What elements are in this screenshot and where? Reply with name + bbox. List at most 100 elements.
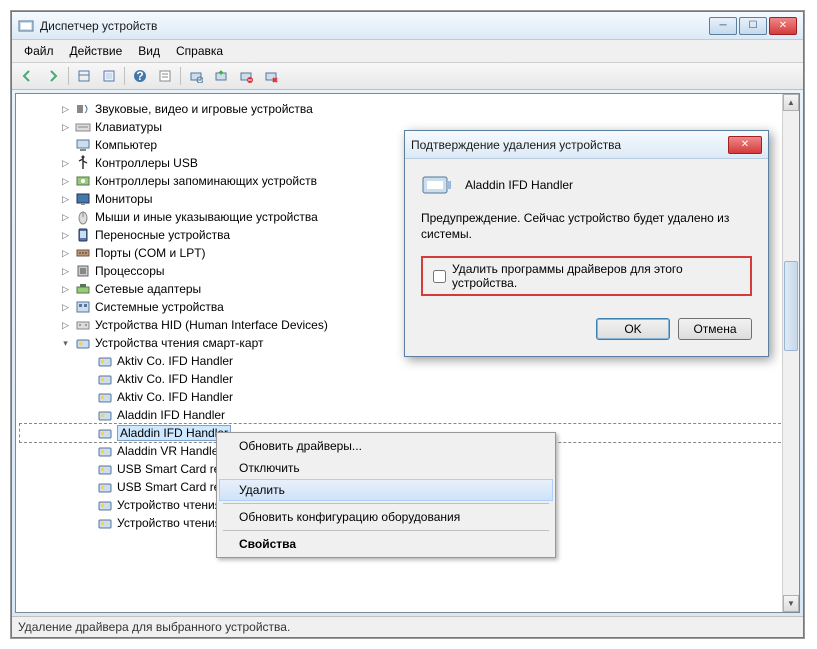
monitor-icon <box>75 191 91 207</box>
dialog-ok-button[interactable]: OK <box>596 318 670 340</box>
expander-icon <box>82 410 93 421</box>
vertical-scrollbar[interactable]: ▲ ▼ <box>782 94 799 612</box>
properties-button[interactable] <box>153 65 177 87</box>
reader-icon <box>97 461 113 477</box>
ctx-properties[interactable]: Свойства <box>219 533 553 555</box>
tree-row[interactable]: ▷ Звуковые, видео и игровые устройства <box>20 100 795 118</box>
tree-item-label: Клавиатуры <box>95 120 162 134</box>
minimize-button[interactable]: ─ <box>709 17 737 35</box>
help-button[interactable]: ? <box>128 65 152 87</box>
ctx-scan-hardware[interactable]: Обновить конфигурацию оборудования <box>219 506 553 528</box>
expander-icon[interactable]: ▷ <box>60 230 71 241</box>
expander-icon[interactable]: ▷ <box>60 284 71 295</box>
scroll-thumb[interactable] <box>784 261 798 351</box>
device-manager-window: Диспетчер устройств ─ ☐ ✕ Файл Действие … <box>11 11 804 638</box>
delete-driver-label: Удалить программы драйверов для этого ус… <box>452 262 744 290</box>
tree-row[interactable]: Aladdin IFD Handler <box>20 406 795 424</box>
hid-icon <box>75 317 91 333</box>
usb-icon <box>75 155 91 171</box>
menu-view[interactable]: Вид <box>130 42 168 60</box>
ctx-disable[interactable]: Отключить <box>219 457 553 479</box>
tree-item-label: Переносные устройства <box>95 228 230 242</box>
tree-item-label: Устройство чтения <box>117 516 221 530</box>
expander-icon[interactable]: ▷ <box>60 194 71 205</box>
tree-item-label: Контроллеры USB <box>95 156 198 170</box>
maximize-button[interactable]: ☐ <box>739 17 767 35</box>
expander-icon[interactable]: ▷ <box>60 176 71 187</box>
view-button[interactable] <box>72 65 96 87</box>
dialog-titlebar: Подтверждение удаления устройства ✕ <box>405 131 768 159</box>
tree-item-label: Aladdin IFD Handler <box>117 425 231 441</box>
tree-row[interactable]: Aktiv Co. IFD Handler <box>20 388 795 406</box>
statusbar: Удаление драйвера для выбранного устройс… <box>12 616 803 637</box>
close-button[interactable]: ✕ <box>769 17 797 35</box>
expander-icon[interactable]: ▷ <box>60 320 71 331</box>
expander-icon[interactable]: ▷ <box>60 212 71 223</box>
menu-action[interactable]: Действие <box>62 42 131 60</box>
ctx-separator <box>223 503 549 504</box>
ctx-separator <box>223 530 549 531</box>
tree-item-label: Системные устройства <box>95 300 224 314</box>
uninstall-button[interactable] <box>259 65 283 87</box>
confirm-uninstall-dialog: Подтверждение удаления устройства ✕ Alad… <box>404 130 769 357</box>
tree-item-label: Звуковые, видео и игровые устройства <box>95 102 313 116</box>
scan-hardware-button[interactable] <box>184 65 208 87</box>
status-text: Удаление драйвера для выбранного устройс… <box>18 620 290 634</box>
tree-item-label: Aladdin IFD Handler <box>117 408 225 422</box>
show-hidden-button[interactable] <box>97 65 121 87</box>
expander-icon <box>82 464 93 475</box>
context-menu: Обновить драйверы... Отключить Удалить О… <box>216 432 556 558</box>
app-icon <box>18 18 34 34</box>
system-icon <box>75 299 91 315</box>
tree-item-label: Aktiv Co. IFD Handler <box>117 372 233 386</box>
ctx-update-drivers[interactable]: Обновить драйверы... <box>219 435 553 457</box>
tree-item-label: Устройства чтения смарт-карт <box>95 336 263 350</box>
menu-help[interactable]: Справка <box>168 42 231 60</box>
scroll-up-button[interactable]: ▲ <box>783 94 799 111</box>
expander-icon <box>82 374 93 385</box>
expander-icon[interactable]: ▷ <box>60 248 71 259</box>
disable-button[interactable] <box>234 65 258 87</box>
ctx-uninstall[interactable]: Удалить <box>219 479 553 501</box>
forward-button[interactable] <box>41 65 65 87</box>
tree-item-label: Компьютер <box>95 138 157 152</box>
back-button[interactable] <box>16 65 40 87</box>
tree-item-label: Порты (COM и LPT) <box>95 246 206 260</box>
expander-icon[interactable]: ▷ <box>60 122 71 133</box>
expander-icon[interactable]: ▷ <box>60 266 71 277</box>
tree-row[interactable]: Aktiv Co. IFD Handler <box>20 370 795 388</box>
expander-icon[interactable]: ▾ <box>60 338 71 349</box>
window-title: Диспетчер устройств <box>40 19 709 33</box>
expander-icon <box>82 518 93 529</box>
scroll-down-button[interactable]: ▼ <box>783 595 799 612</box>
device-tree-panel: ▷ Звуковые, видео и игровые устройства ▷ Кл… <box>15 93 800 613</box>
expander-icon[interactable]: ▷ <box>60 104 71 115</box>
svg-text:?: ? <box>136 69 143 83</box>
reader-icon <box>97 443 113 459</box>
keyboard-icon <box>75 119 91 135</box>
device-icon <box>421 173 453 197</box>
reader-icon <box>97 479 113 495</box>
expander-icon[interactable]: ▷ <box>60 302 71 313</box>
menu-file[interactable]: Файл <box>16 42 62 60</box>
expander-icon[interactable]: ▷ <box>60 158 71 169</box>
tree-item-label: Мыши и иные указывающие устройства <box>95 210 318 224</box>
dialog-close-button[interactable]: ✕ <box>728 136 762 154</box>
tree-item-label: USB Smart Card rea <box>117 480 227 494</box>
delete-driver-checkbox[interactable] <box>433 270 446 283</box>
reader-icon <box>97 425 113 441</box>
portable-icon <box>75 227 91 243</box>
update-driver-button[interactable] <box>209 65 233 87</box>
net-icon <box>75 281 91 297</box>
expander-icon <box>82 482 93 493</box>
computer-icon <box>75 137 91 153</box>
cpu-icon <box>75 263 91 279</box>
dialog-warning-text: Предупреждение. Сейчас устройство будет … <box>421 211 752 242</box>
tree-item-label: Процессоры <box>95 264 165 278</box>
tree-item-label: Aktiv Co. IFD Handler <box>117 390 233 404</box>
tree-item-label: Сетевые адаптеры <box>95 282 201 296</box>
reader-icon <box>97 353 113 369</box>
storage-icon <box>75 173 91 189</box>
dialog-cancel-button[interactable]: Отмена <box>678 318 752 340</box>
delete-driver-checkbox-row[interactable]: Удалить программы драйверов для этого ус… <box>421 256 752 296</box>
